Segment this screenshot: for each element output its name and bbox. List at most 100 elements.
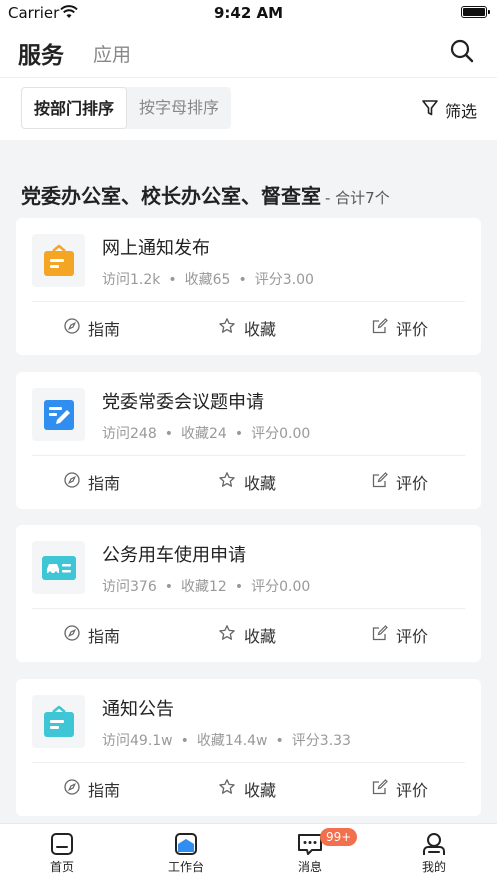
service-stats: 访问1.2k • 收藏65 • 评分3.00: [102, 272, 314, 288]
favorite-count: 收藏12: [181, 579, 227, 595]
compass-icon: [64, 779, 88, 799]
review-label: 评价: [396, 781, 429, 800]
tab-messages-label: 消息: [297, 860, 322, 874]
compass-icon: [64, 318, 88, 338]
tab-home-label: 首页: [49, 860, 74, 874]
service-card[interactable]: 公务用车使用申请 访问376 • 收藏12 • 评分0.00 指南 收藏 评价: [16, 525, 481, 662]
favorite-count: 收藏14.4w: [196, 733, 268, 749]
divider: [32, 455, 465, 456]
user-icon: [394, 832, 474, 856]
status-bar: Carrier 9:42 AM: [0, 0, 497, 26]
service-card[interactable]: 党委常委会议题申请 访问248 • 收藏24 • 评分0.00 指南 收藏 评价: [16, 372, 481, 509]
visit-count: 访问248: [102, 426, 157, 442]
rating: 评分0.00: [251, 579, 311, 595]
divider: [32, 762, 465, 763]
visit-count: 访问376: [102, 579, 157, 595]
home-icon: [22, 832, 102, 856]
filter-label: 筛选: [444, 102, 477, 121]
card-actions: 指南 收藏 评价: [16, 470, 481, 494]
compass-icon: [64, 472, 88, 492]
tab-apps[interactable]: 应用: [93, 40, 131, 67]
notice-board-icon: [32, 695, 85, 748]
service-title: 通知公告: [102, 699, 174, 720]
filter-button[interactable]: 筛选: [421, 98, 477, 122]
review-label: 评价: [396, 320, 429, 339]
favorite-label: 收藏: [244, 320, 277, 339]
visit-count: 访问49.1w: [102, 733, 173, 749]
filter-icon: [421, 99, 445, 121]
bottom-tab-bar: 首页 工作台 99+ 消息 我的: [0, 823, 497, 883]
favorite-count: 收藏24: [181, 426, 227, 442]
sort-by-department-button[interactable]: 按部门排序: [21, 87, 128, 129]
edit-icon: [372, 625, 396, 645]
favorite-label: 收藏: [244, 781, 277, 800]
star-icon: [218, 317, 244, 339]
edit-icon: [372, 779, 396, 799]
rating: 评分3.33: [291, 733, 351, 749]
service-title: 公务用车使用申请: [102, 545, 246, 566]
edit-icon: [372, 472, 396, 492]
favorite-label: 收藏: [244, 627, 277, 646]
star-icon: [218, 624, 244, 646]
rating: 评分3.00: [254, 272, 314, 288]
sort-segmented-control: 按部门排序 按字母排序: [21, 87, 232, 129]
car-icon: [32, 541, 85, 594]
tab-home[interactable]: 首页: [22, 832, 102, 875]
guide-button[interactable]: 指南: [64, 316, 120, 340]
top-header: 服务 应用: [0, 26, 497, 78]
service-stats: 访问49.1w • 收藏14.4w • 评分3.33: [102, 733, 351, 749]
guide-label: 指南: [88, 627, 121, 646]
service-stats: 访问376 • 收藏12 • 评分0.00: [102, 579, 311, 595]
edit-document-icon: [32, 388, 85, 441]
service-card[interactable]: 网上通知发布 访问1.2k • 收藏65 • 评分3.00 指南 收藏 评价: [16, 218, 481, 355]
review-label: 评价: [396, 627, 429, 646]
divider: [32, 301, 465, 302]
star-icon: [218, 471, 244, 493]
section-count: - 合计7个: [325, 189, 390, 207]
card-actions: 指南 收藏 评价: [16, 316, 481, 340]
tab-mine-label: 我的: [421, 860, 446, 874]
service-title: 党委常委会议题申请: [102, 392, 264, 413]
review-label: 评价: [396, 474, 429, 493]
favorite-button[interactable]: 收藏: [218, 777, 276, 801]
sort-by-letter-button[interactable]: 按字母排序: [127, 87, 231, 129]
review-button[interactable]: 评价: [372, 623, 428, 647]
review-button[interactable]: 评价: [372, 777, 428, 801]
messages-badge: 99+: [320, 828, 358, 846]
tab-services[interactable]: 服务: [18, 36, 64, 70]
section-title: 党委办公室、校长办公室、督查室: [21, 184, 321, 208]
section-header: 党委办公室、校长办公室、督查室 - 合计7个: [21, 180, 390, 209]
sort-bar: 按部门排序 按字母排序 筛选: [0, 78, 497, 140]
tab-mine[interactable]: 我的: [394, 832, 474, 875]
edit-icon: [372, 318, 396, 338]
review-button[interactable]: 评价: [372, 316, 428, 340]
service-card[interactable]: 通知公告 访问49.1w • 收藏14.4w • 评分3.33 指南 收藏 评价: [16, 679, 481, 816]
favorite-button[interactable]: 收藏: [218, 470, 276, 494]
battery-icon: [461, 6, 490, 18]
guide-button[interactable]: 指南: [64, 623, 120, 647]
search-icon[interactable]: [449, 38, 475, 64]
service-stats: 访问248 • 收藏24 • 评分0.00: [102, 426, 311, 442]
notice-board-icon: [32, 234, 85, 287]
star-icon: [218, 778, 244, 800]
favorite-label: 收藏: [244, 474, 277, 493]
visit-count: 访问1.2k: [102, 272, 161, 288]
divider: [32, 608, 465, 609]
review-button[interactable]: 评价: [372, 470, 428, 494]
favorite-count: 收藏65: [184, 272, 231, 288]
rating: 评分0.00: [251, 426, 311, 442]
favorite-button[interactable]: 收藏: [218, 316, 276, 340]
favorite-button[interactable]: 收藏: [218, 623, 276, 647]
guide-label: 指南: [88, 781, 121, 800]
card-actions: 指南 收藏 评价: [16, 623, 481, 647]
guide-label: 指南: [88, 474, 121, 493]
card-actions: 指南 收藏 评价: [16, 777, 481, 801]
tab-workbench-label: 工作台: [167, 860, 204, 874]
service-title: 网上通知发布: [102, 238, 210, 259]
tab-messages[interactable]: 99+ 消息: [270, 828, 358, 875]
guide-label: 指南: [88, 320, 121, 339]
guide-button[interactable]: 指南: [64, 777, 120, 801]
clock: 9:42 AM: [213, 4, 284, 22]
guide-button[interactable]: 指南: [64, 470, 120, 494]
tab-workbench[interactable]: 工作台: [146, 832, 226, 875]
